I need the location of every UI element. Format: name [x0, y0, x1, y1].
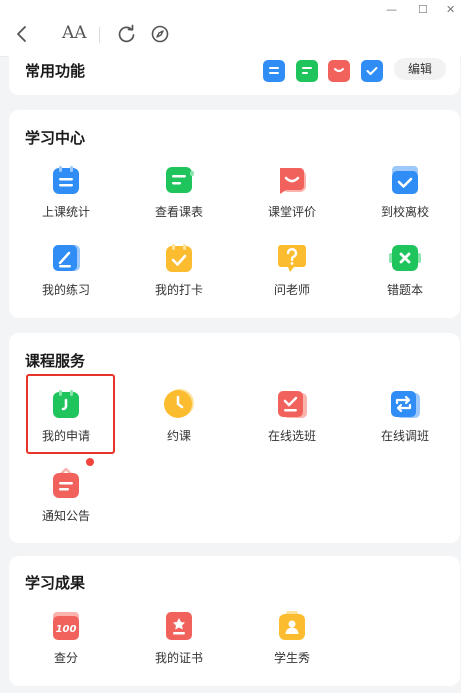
- select-class-icon: [276, 388, 308, 420]
- service-item-label: 在线选班: [267, 429, 316, 443]
- learning-item-schedule[interactable]: 查看课表: [123, 164, 235, 220]
- learning-item-label: 查看课表: [154, 205, 203, 219]
- checkin-icon: [389, 164, 421, 196]
- section-title-achievements: 学习成果: [25, 574, 86, 592]
- class-review-icon: [276, 164, 308, 196]
- practice-icon: [50, 242, 82, 274]
- wrong-questions-icon: [389, 242, 421, 274]
- learning-item-label: 错题本: [386, 283, 423, 297]
- back-icon[interactable]: [14, 24, 30, 44]
- highlight-frame: [26, 374, 115, 454]
- schedule-icon: [163, 164, 195, 196]
- service-item-label: 在线调班: [380, 429, 429, 443]
- learning-item-ask-teacher[interactable]: 问老师: [236, 242, 348, 298]
- close-button[interactable]: ✕: [446, 3, 455, 16]
- notice-icon: [50, 467, 82, 500]
- learning-item-label: 到校离校: [380, 205, 429, 219]
- punch-in-icon: [163, 242, 195, 274]
- toolbar-divider: [99, 27, 100, 43]
- achievement-item-score[interactable]: 100 查分: [10, 610, 122, 666]
- score-icon: 100: [50, 610, 82, 642]
- achievement-item-student-show[interactable]: 学生秀: [236, 610, 348, 666]
- learning-center-card: 学习中心 上课统计 查看课表 课堂评价 到校离校 我的练习 我的打卡 问老师 错…: [9, 110, 460, 318]
- shortcut-class-review-icon[interactable]: [328, 60, 350, 82]
- class-stats-icon: [50, 164, 82, 196]
- learning-item-label: 我的练习: [41, 283, 90, 297]
- notification-dot: [86, 458, 94, 466]
- learning-item-wrong-questions[interactable]: 错题本: [349, 242, 461, 298]
- maximize-button[interactable]: ☐: [418, 3, 428, 16]
- shortcut-checkin-icon[interactable]: [361, 60, 383, 82]
- achievement-item-label: 学生秀: [273, 651, 310, 665]
- score-badge: 100: [56, 624, 77, 635]
- service-item-book-class[interactable]: 约课: [123, 388, 235, 444]
- swap-class-icon: [389, 388, 421, 420]
- service-item-label: 约课: [166, 429, 191, 443]
- student-show-icon: [276, 610, 308, 642]
- achievement-item-label: 查分: [53, 651, 78, 665]
- learning-item-checkin[interactable]: 到校离校: [349, 164, 461, 220]
- achievement-item-certificate[interactable]: 我的证书: [123, 610, 235, 666]
- font-size-button[interactable]: AA: [62, 23, 87, 43]
- learning-item-class-stats[interactable]: 上课统计: [10, 164, 122, 220]
- common-functions-card: 常用功能 编辑: [9, 56, 460, 95]
- service-item-label: 通知公告: [41, 509, 90, 523]
- book-class-icon: [163, 388, 195, 420]
- certificate-icon: [163, 610, 195, 642]
- learning-item-label: 上课统计: [41, 205, 90, 219]
- learning-item-label: 我的打卡: [154, 283, 203, 297]
- achievement-item-label: 我的证书: [154, 651, 203, 665]
- learning-item-label: 问老师: [273, 283, 310, 297]
- top-bar: — ☐ ✕ AA: [0, 0, 461, 57]
- service-item-select-class[interactable]: 在线选班: [236, 388, 348, 444]
- section-title-course-services: 课程服务: [25, 352, 86, 370]
- refresh-icon[interactable]: [117, 24, 137, 44]
- section-title-learning-center: 学习中心: [25, 129, 86, 147]
- shortcut-schedule-icon[interactable]: [296, 60, 318, 82]
- learning-item-label: 课堂评价: [267, 205, 316, 219]
- learning-item-punch-in[interactable]: 我的打卡: [123, 242, 235, 298]
- edit-button[interactable]: 编辑: [394, 58, 446, 80]
- learning-item-class-review[interactable]: 课堂评价: [236, 164, 348, 220]
- service-item-swap-class[interactable]: 在线调班: [349, 388, 461, 444]
- service-item-notice[interactable]: 通知公告: [10, 467, 122, 524]
- ask-teacher-icon: [276, 242, 308, 274]
- section-title-common: 常用功能: [25, 62, 86, 80]
- compass-icon[interactable]: [150, 24, 170, 44]
- minimize-button[interactable]: —: [386, 3, 397, 16]
- learning-item-practice[interactable]: 我的练习: [10, 242, 122, 298]
- shortcut-class-stats-icon[interactable]: [263, 60, 285, 82]
- achievements-card: 学习成果 100 查分 我的证书 学生秀: [9, 556, 460, 686]
